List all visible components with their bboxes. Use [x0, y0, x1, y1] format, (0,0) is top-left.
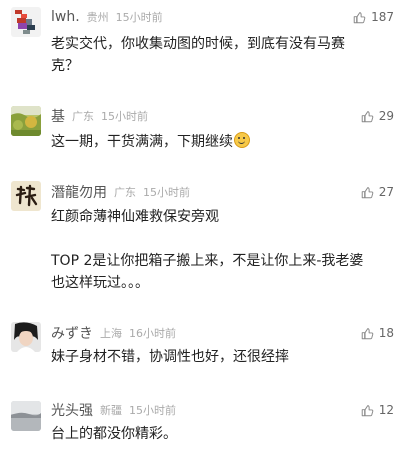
comment-text: 台上的都没你精彩。 [51, 426, 177, 442]
like-count: 27 [378, 185, 394, 199]
like-count: 29 [378, 109, 394, 123]
avatar[interactable] [11, 106, 41, 136]
like-button[interactable]: 18 [361, 322, 394, 344]
avatar[interactable] [11, 7, 41, 37]
thumbs-up-icon [361, 110, 374, 122]
avatar[interactable] [11, 322, 41, 352]
like-button[interactable]: 187 [353, 6, 394, 28]
calligraphy-avatar-icon [11, 181, 41, 211]
username[interactable]: lwh. [51, 9, 80, 25]
timestamp: 15小时前 [115, 11, 163, 24]
comment-text: 妹子身材不错，协调性也好，还很经摔 [51, 349, 289, 365]
username[interactable]: みずき [51, 323, 93, 343]
location-label: 新疆 [100, 404, 122, 417]
comment-text: 红颜命薄神仙难救保安旁观 TOP 2是让你把箱子搬上来，不是让你上来-我老婆 也… [51, 209, 364, 291]
location-label: 贵州 [86, 11, 109, 24]
timestamp: 15小时前 [143, 186, 190, 199]
comment-list: lwh. 贵州 15小时前 187 老实交代，你收集动图的时候，到底有没有马赛 … [0, 0, 402, 450]
smile-emoji-icon [234, 132, 250, 148]
timestamp: 15小时前 [129, 404, 176, 417]
thumbs-up-icon [361, 327, 374, 339]
avatar[interactable] [11, 401, 41, 431]
username[interactable]: 光头强 [51, 400, 93, 420]
location-label: 上海 [100, 327, 122, 340]
comment-text: 老实交代，你收集动图的时候，到底有没有马赛 克？ [51, 36, 345, 74]
like-count: 187 [371, 10, 394, 24]
like-count: 12 [378, 403, 394, 417]
timestamp: 16小时前 [129, 327, 176, 340]
avatar[interactable] [11, 181, 41, 211]
pixel-art-avatar-icon [11, 7, 41, 37]
like-button[interactable]: 12 [361, 399, 394, 421]
like-count: 18 [378, 326, 394, 340]
location-label: 广东 [114, 186, 136, 199]
like-button[interactable]: 29 [361, 105, 394, 127]
thumbs-up-icon [361, 186, 374, 198]
portrait-avatar-icon [11, 322, 41, 352]
username[interactable]: 潛龍勿用 [51, 182, 107, 202]
like-button[interactable]: 27 [361, 181, 394, 203]
landscape-photo-avatar-icon [11, 106, 41, 136]
thumbs-up-icon [361, 404, 374, 416]
thumbs-up-icon [353, 11, 366, 23]
gray-landscape-avatar-icon [11, 401, 41, 431]
comment-text: 这一期，干货满满，下期继续 [51, 131, 387, 153]
location-label: 广东 [72, 110, 94, 123]
username[interactable]: 基 [51, 106, 65, 126]
timestamp: 15小时前 [101, 110, 148, 123]
